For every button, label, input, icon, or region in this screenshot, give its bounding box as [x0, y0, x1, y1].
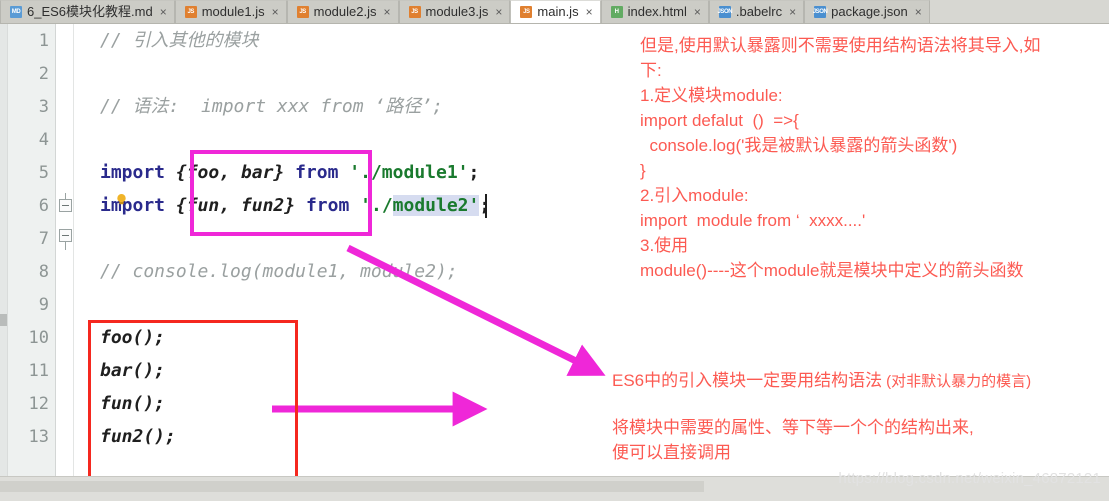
- import-keyword: import: [100, 162, 166, 183]
- intention-bulb-icon[interactable]: [115, 193, 128, 206]
- line-number: 1: [38, 30, 49, 51]
- annotation-bottom-line-1: 将模块中需要的属性、等下等一个个的结构出来,: [612, 418, 974, 437]
- annotation-line-1: 但是,使用默认暴露则不需要使用结构语法将其导入,如: [640, 36, 1041, 55]
- javascript-file-icon: JS: [296, 6, 309, 18]
- html-file-icon: H: [610, 6, 623, 18]
- fold-handle-icon[interactable]: [59, 229, 72, 250]
- tab-babelrc[interactable]: JSON .babelrc ×: [708, 0, 805, 23]
- import-keyword: import: [100, 195, 166, 216]
- line-number-gutter: 1 2 3 4 5 6 7 8 9 10 11 12 13: [0, 24, 56, 476]
- code-line-5: import {foo, bar} from './module1';: [74, 156, 1109, 189]
- close-icon[interactable]: ×: [787, 6, 796, 18]
- line-number: 6: [38, 195, 49, 216]
- function-call: foo();: [100, 327, 166, 348]
- close-icon[interactable]: ×: [692, 6, 701, 18]
- module-path: './module1': [349, 162, 469, 183]
- close-icon[interactable]: ×: [270, 6, 279, 18]
- json-file-icon: JSON: [717, 6, 733, 18]
- close-icon[interactable]: ×: [493, 6, 502, 18]
- csdn-watermark: https://blog.csdn.net/weixin_46872121: [838, 470, 1101, 487]
- tab-package-json[interactable]: JSON package.json ×: [804, 0, 930, 23]
- function-call: fun2();: [100, 426, 176, 447]
- function-call: fun();: [100, 393, 166, 414]
- code-comment: // 引入其他的模块: [100, 30, 259, 51]
- annotation-line-5: console.log('我是被默认暴露的箭头函数'): [640, 136, 958, 155]
- module-path-selected: module2': [392, 195, 480, 216]
- import-binding: {foo, bar}: [175, 162, 285, 183]
- fold-handle-icon[interactable]: [59, 193, 72, 212]
- from-keyword: from: [295, 162, 339, 183]
- tab-label: module3.js: [425, 4, 489, 19]
- annotation-line-2: 下:: [640, 61, 662, 80]
- scrollbar-thumb[interactable]: [0, 481, 704, 492]
- annotation-line-6: }: [640, 161, 646, 180]
- tab-label: main.js: [537, 4, 579, 19]
- module-path-prefix: './: [360, 195, 393, 216]
- code-line-10: foo();: [74, 321, 1109, 354]
- editor-window: MD 6_ES6模块化教程.md × JS module1.js × JS mo…: [0, 0, 1109, 501]
- line-number: 5: [38, 162, 49, 183]
- code-comment: // console.log(module1, module2);: [100, 261, 458, 282]
- line-number: 13: [28, 426, 49, 447]
- tab-main-js[interactable]: JS main.js ×: [510, 0, 601, 23]
- line-number: 4: [38, 129, 49, 150]
- tab-module1-js[interactable]: JS module1.js ×: [174, 0, 287, 23]
- annotation-line-3: 1.定义模块module:: [640, 86, 783, 105]
- close-icon[interactable]: ×: [158, 6, 167, 18]
- javascript-file-icon: JS: [184, 6, 197, 18]
- text-caret: [485, 194, 487, 218]
- annotation-es6-note: ES6中的引入模块一定要用结构语法 (对非默认暴力的模言): [612, 368, 1031, 394]
- line-number: 8: [38, 261, 49, 282]
- line-number: 2: [38, 63, 49, 84]
- close-icon[interactable]: ×: [381, 6, 390, 18]
- function-call: bar();: [100, 360, 166, 381]
- tab-label: module2.js: [313, 4, 377, 19]
- annotation-line-7: 2.引入module:: [640, 186, 749, 205]
- code-line-3: // 语法: import xxx from ‘路径’;: [74, 90, 1109, 123]
- json-file-icon: JSON: [813, 6, 828, 18]
- semicolon: ;: [468, 162, 480, 183]
- import-binding: {fun, fun2}: [175, 195, 296, 216]
- close-icon[interactable]: ×: [913, 6, 922, 18]
- line-number: 7: [38, 228, 49, 249]
- code-editor[interactable]: 1 2 3 4 5 6 7 8 9 10 11 12 13 // 引入其他的模块: [0, 24, 1109, 476]
- line-number: 12: [28, 393, 49, 414]
- annotation-bottom-line-2: 便可以直接调用: [612, 443, 731, 462]
- tab-module2-js[interactable]: JS module2.js ×: [286, 0, 399, 23]
- from-keyword: from: [305, 195, 350, 216]
- markdown-file-icon: MD: [10, 6, 22, 18]
- line-number: 10: [28, 327, 49, 348]
- code-statement: import {foo, bar} from './module1';: [74, 156, 479, 189]
- code-line-6: import {fun, fun2} from './module2';: [74, 189, 1109, 222]
- tab-label: .babelrc: [735, 4, 783, 19]
- line-number: 3: [38, 96, 49, 117]
- code-comment: // 语法: import xxx from ‘路径’;: [100, 96, 443, 117]
- tab-label: index.html: [627, 4, 687, 19]
- tab-label: package.json: [831, 4, 908, 19]
- code-content[interactable]: // 引入其他的模块 // 语法: import xxx from ‘路径’; …: [74, 24, 1109, 476]
- editor-tab-bar: MD 6_ES6模块化教程.md × JS module1.js × JS mo…: [0, 0, 1109, 24]
- line-number: 9: [38, 294, 49, 315]
- annotation-line-10: module()----这个module就是模块中定义的箭头函数: [640, 261, 1024, 280]
- annotation-es6-paren: (对非默认暴力的模言): [886, 373, 1032, 390]
- tab-6-es6-module-tutorial-md[interactable]: MD 6_ES6模块化教程.md ×: [0, 0, 175, 23]
- close-icon[interactable]: ×: [584, 6, 593, 18]
- javascript-file-icon: JS: [520, 6, 533, 18]
- line-number: 11: [28, 360, 49, 381]
- code-folding-column[interactable]: [56, 24, 74, 476]
- tab-label: module1.js: [201, 4, 265, 19]
- tab-index-html[interactable]: H index.html ×: [600, 0, 709, 23]
- javascript-file-icon: JS: [408, 6, 421, 18]
- annotation-line-9: 3.使用: [640, 236, 689, 255]
- tab-module3-js[interactable]: JS module3.js ×: [398, 0, 511, 23]
- annotation-line-8: import module from ‘ xxxx....': [640, 211, 866, 230]
- tab-label: 6_ES6模块化教程.md: [27, 4, 153, 19]
- annotation-es6-main: ES6中的引入模块一定要用结构语法: [612, 371, 883, 390]
- annotation-line-4: import defalut () =>{: [640, 111, 799, 130]
- code-statement: import {fun, fun2} from './module2';: [74, 189, 490, 222]
